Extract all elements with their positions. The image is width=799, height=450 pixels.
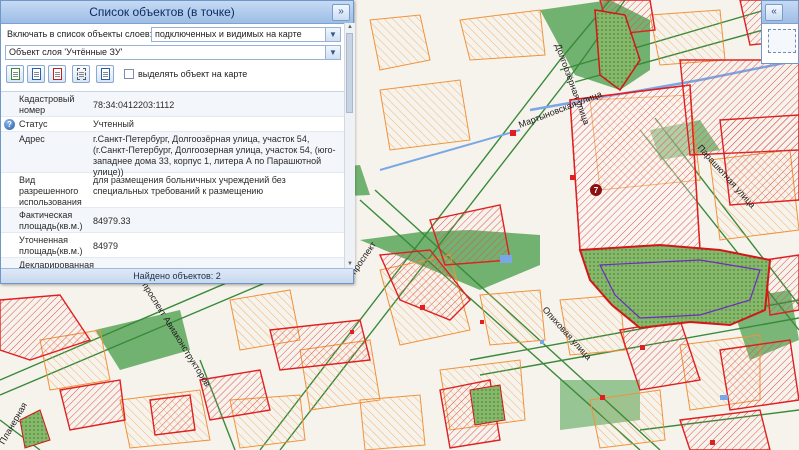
include-layers-label: Включать в список объекты слоев: bbox=[7, 29, 153, 39]
property-value: 84979.33 bbox=[93, 216, 131, 226]
select-area-button[interactable] bbox=[72, 65, 90, 83]
include-layers-value: подключенных и видимых на карте bbox=[155, 29, 302, 39]
export-green-button[interactable] bbox=[6, 65, 24, 83]
layer-object-select[interactable]: Объект слоя 'Учтённые ЗУ' ▼ bbox=[5, 45, 341, 60]
selection-frame-icon[interactable] bbox=[768, 29, 796, 53]
properties-list: Кадастровый номер 78:34:0412203:1112? Стат… bbox=[1, 91, 344, 270]
property-name: Фактическая площадь(кв.м.) bbox=[19, 210, 83, 231]
panel-title: Список объектов (в точке) bbox=[89, 5, 235, 19]
status-bar: Найдено объектов: 2 bbox=[1, 268, 353, 283]
export-red-button[interactable] bbox=[48, 65, 66, 83]
include-layers-row: Включать в список объекты слоев: подключ… bbox=[1, 25, 353, 45]
layer-row: Объект слоя 'Учтённые ЗУ' ▼ bbox=[1, 44, 353, 64]
property-row[interactable]: Вид разрешенного использования для размещ… bbox=[1, 173, 344, 208]
property-name: Уточненная площадь(кв.м.) bbox=[19, 235, 83, 256]
panel-titlebar[interactable]: Список объектов (в точке) » bbox=[1, 1, 353, 24]
property-value: 78:34:0412203:1112 bbox=[93, 100, 175, 110]
property-row[interactable]: Кадастровый номер 78:34:0412203:1112 bbox=[1, 92, 344, 117]
marker-label: 7 bbox=[594, 186, 599, 195]
expand-icon[interactable]: « bbox=[765, 4, 783, 21]
property-name: Вид разрешенного использования bbox=[19, 175, 82, 207]
info-icon[interactable]: ? bbox=[4, 119, 15, 130]
highlight-checkbox[interactable] bbox=[124, 69, 134, 79]
highlight-label: выделять объект на карте bbox=[138, 69, 248, 79]
property-row[interactable]: ? Статус Учтенный bbox=[1, 117, 344, 132]
chevron-down-icon[interactable]: ▼ bbox=[325, 46, 340, 59]
property-row[interactable]: Уточненная площадь(кв.м.) 84979 bbox=[1, 233, 344, 258]
property-name: Статус bbox=[19, 119, 48, 129]
layer-object-value: Объект слоя 'Учтённые ЗУ' bbox=[9, 47, 123, 57]
object-list-panel: Список объектов (в точке) » Включать в с… bbox=[0, 0, 355, 284]
properties-scrollbar[interactable]: ▲ ▼ bbox=[344, 23, 355, 269]
table-view-button[interactable] bbox=[96, 65, 114, 83]
property-value: Учтенный bbox=[93, 119, 134, 129]
map-marker[interactable]: 7 bbox=[590, 184, 602, 196]
scroll-thumb[interactable] bbox=[346, 33, 353, 113]
include-layers-select[interactable]: подключенных и видимых на карте ▼ bbox=[151, 27, 341, 42]
chevron-down-icon[interactable]: ▼ bbox=[325, 28, 340, 41]
property-row[interactable]: Адрес г.Санкт-Петербург, Долгоозёрная ули… bbox=[1, 132, 344, 177]
property-value: для размещения больничных учреждений без… bbox=[93, 175, 286, 196]
property-row[interactable]: Фактическая площадь(кв.м.) 84979.33 bbox=[1, 208, 344, 233]
property-value: г.Санкт-Петербург, Долгоозёрная улица, у… bbox=[93, 134, 336, 177]
property-name: Адрес bbox=[19, 134, 45, 144]
property-name: Кадастровый номер bbox=[19, 94, 75, 115]
secondary-titlebar[interactable]: « bbox=[762, 1, 798, 24]
collapse-icon[interactable]: » bbox=[332, 4, 350, 21]
property-value: 84979 bbox=[93, 241, 119, 251]
export-blue-button[interactable] bbox=[27, 65, 45, 83]
scroll-up-icon[interactable]: ▲ bbox=[345, 23, 355, 32]
secondary-panel: « bbox=[761, 0, 799, 64]
